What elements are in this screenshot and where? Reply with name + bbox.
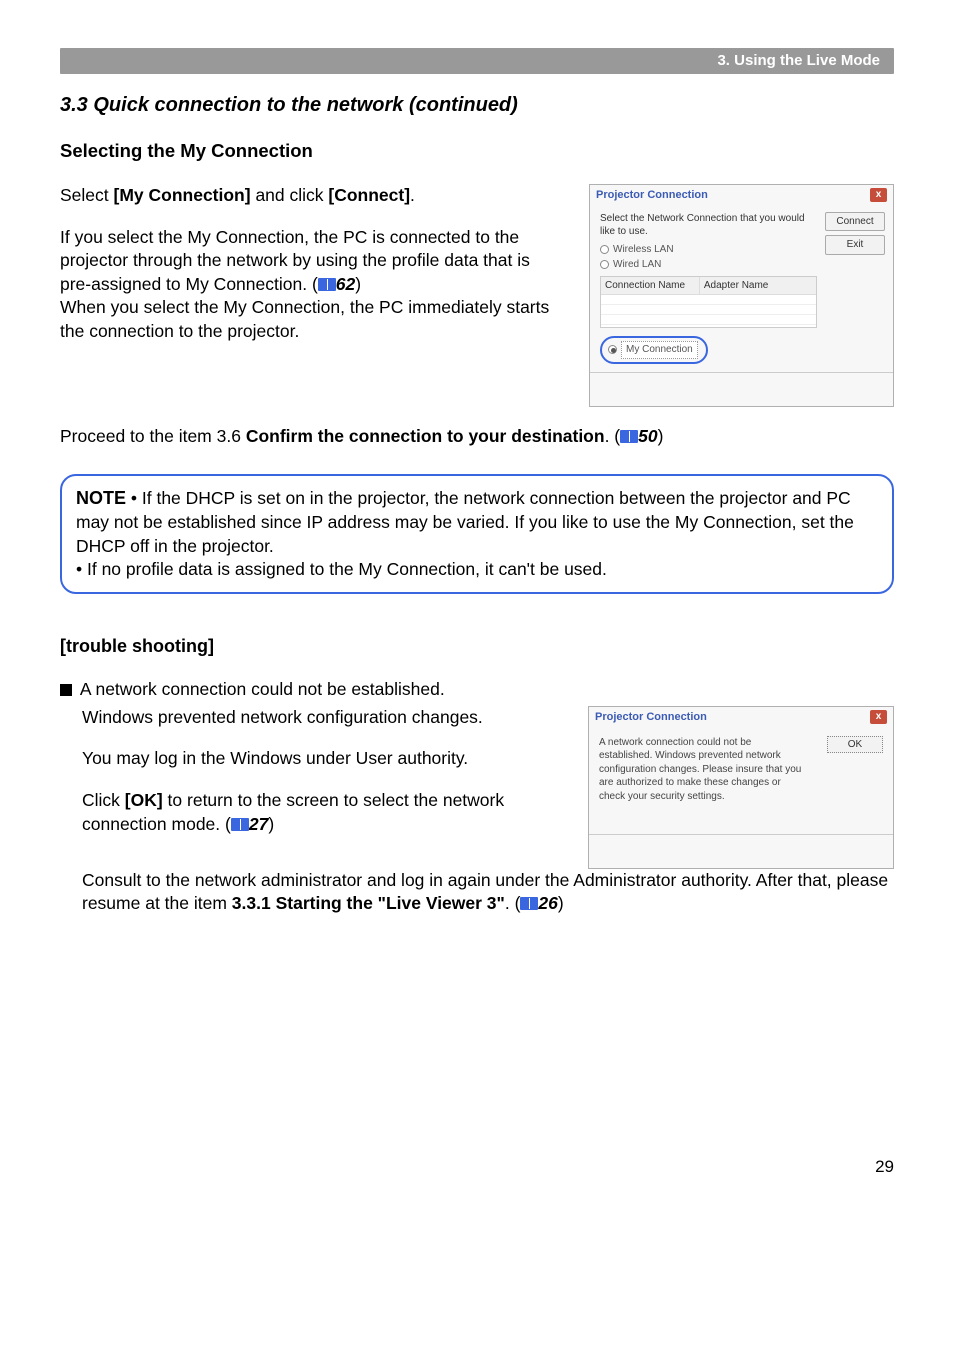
proceed-a: Proceed to the item 3.6 [60,426,246,446]
dialog2-titlebar: Projector Connection x [589,707,893,728]
proceed-b: . ( [605,426,621,446]
radio-wired-lan[interactable]: Wired LAN [600,258,817,272]
dialog1-titlebar: Projector Connection x [590,185,893,206]
close-icon[interactable]: x [870,710,887,724]
dialog2-title-text: Projector Connection [595,710,707,725]
chapter-header-bar: 3. Using the Live Mode [60,48,894,74]
dialog2-footer [589,834,893,868]
square-bullet-icon [60,684,72,696]
ok-button[interactable]: OK [827,736,883,754]
book-icon [620,430,638,443]
intro-line1-suffix: . [410,185,415,205]
troubleshooting-heading: [trouble shooting] [60,634,894,658]
trouble-p4-bold: 3.3.1 Starting the "Live Viewer 3" [232,893,505,913]
trouble-ok-bold: [OK] [125,790,163,810]
radio-my-connection[interactable]: My Connection [608,344,698,355]
projector-connection-dialog-1: Projector Connection x Select the Networ… [589,184,894,407]
ref-62: 62 [336,274,355,294]
col-adapter-name: Adapter Name [700,277,816,296]
trouble-p3-c: ) [268,814,274,834]
connection-table: Connection Name Adapter Name [600,276,817,329]
note-label: NOTE [76,488,126,508]
ref-50: 50 [638,426,657,446]
trouble-p4-c: ) [558,893,564,913]
col-connection-name: Connection Name [601,277,700,296]
book-icon [318,278,336,291]
table-row [601,295,816,305]
ref-26: 26 [538,893,557,913]
trouble-bullet-text: A network connection could not be establ… [76,679,445,699]
proceed-bold: Confirm the connection to your destinati… [246,426,605,446]
page-number: 29 [60,1156,894,1179]
trouble-p3-a: Click [82,790,125,810]
intro-line1-mid: and click [251,185,329,205]
section-title: 3.3 Quick connection to the network (con… [60,92,894,119]
note-bullet2: • If no profile data is assigned to the … [76,559,607,579]
intro-connect-bold: [Connect] [328,185,410,205]
trouble-p4-b: . ( [505,893,521,913]
dialog1-footer [590,372,893,406]
trouble-bullet-row: A network connection could not be establ… [60,678,894,702]
table-row [601,305,816,315]
intro-line1-prefix: Select [60,185,114,205]
intro-myconnection-bold: [My Connection] [114,185,251,205]
my-connection-annotation-oval: My Connection [600,336,708,364]
note-box: NOTE • If the DHCP is set on in the proj… [60,474,894,594]
intro-para2-a: If you select the My Connection, the PC … [60,227,530,294]
trouble-p2: You may log in the Windows under User au… [82,747,562,771]
subsection-heading: Selecting the My Connection [60,139,894,164]
dialog1-title-text: Projector Connection [596,188,708,203]
book-icon [231,818,249,831]
book-icon [520,897,538,910]
connect-button[interactable]: Connect [825,212,885,232]
projector-connection-dialog-2: Projector Connection x A network connect… [588,706,894,869]
trouble-p1: Windows prevented network configuration … [82,706,562,730]
ref-27: 27 [249,814,268,834]
intro-text-block: Select [My Connection] and click [Connec… [60,184,565,407]
trouble-text-block: Windows prevented network configuration … [82,706,562,869]
radio-wireless-lan[interactable]: Wireless LAN [600,243,817,257]
radio-wireless-label: Wireless LAN [613,244,674,255]
dialog1-instruction: Select the Network Connection that you w… [600,212,817,239]
intro-para2-b: ) [355,274,361,294]
proceed-c: ) [658,426,664,446]
note-bullet1: • If the DHCP is set on in the projector… [76,488,854,555]
chapter-label: 3. Using the Live Mode [717,51,880,71]
close-icon[interactable]: x [870,188,887,202]
exit-button[interactable]: Exit [825,235,885,255]
radio-wired-label: Wired LAN [613,259,661,270]
intro-para2-c: When you select the My Connection, the P… [60,297,549,341]
dialog2-message: A network connection could not be establ… [599,736,803,804]
radio-myconnection-label: My Connection [621,341,698,359]
table-row [601,315,816,325]
